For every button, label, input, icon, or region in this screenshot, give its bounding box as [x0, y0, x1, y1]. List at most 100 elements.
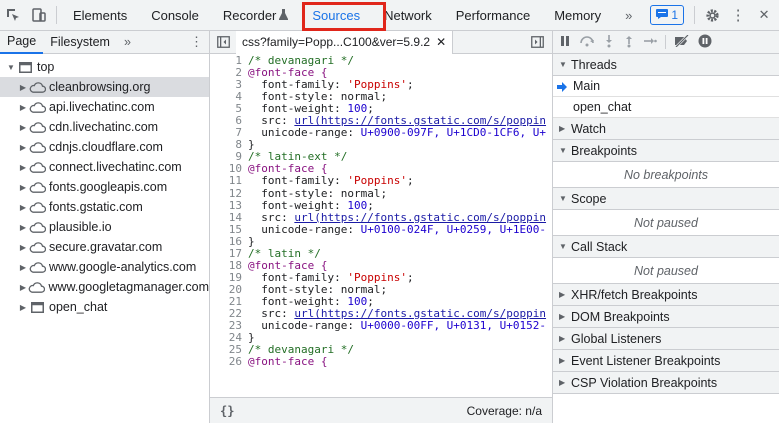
section-scope[interactable]: ▼ Scope	[553, 188, 779, 210]
editor-file-tab[interactable]: css?family=Popp...C100&ver=5.9.2 ✕	[236, 30, 454, 54]
close-icon[interactable]: ✕	[751, 0, 777, 31]
collapsed-triangle-icon[interactable]: ▶	[18, 163, 28, 172]
line-number[interactable]: 7	[210, 127, 248, 139]
device-toolbar-icon[interactable]	[26, 0, 52, 31]
section-global-listeners[interactable]: ▶ Global Listeners	[553, 328, 779, 350]
expanded-triangle-icon[interactable]: ▼	[559, 242, 571, 251]
collapsed-triangle-icon[interactable]: ▶	[18, 243, 28, 252]
line-number[interactable]: 1	[210, 55, 248, 67]
tree-item[interactable]: ▶ cdnjs.cloudflare.com	[0, 137, 209, 157]
collapsed-triangle-icon[interactable]: ▶	[18, 83, 28, 92]
line-number[interactable]: 5	[210, 103, 248, 115]
collapsed-triangle-icon[interactable]: ▶	[559, 334, 571, 343]
collapsed-triangle-icon[interactable]: ▶	[18, 143, 28, 152]
tree-item[interactable]: ▶ open_chat	[0, 297, 209, 317]
more-tabs-button[interactable]: »	[613, 0, 644, 31]
tree-item[interactable]: ▶ www.googletagmanager.com	[0, 277, 209, 297]
section-watch[interactable]: ▶ Watch	[553, 118, 779, 140]
navigator-menu-icon[interactable]: ⋮	[190, 34, 203, 50]
frame-icon	[28, 301, 46, 313]
line-number[interactable]: 13	[210, 199, 248, 212]
step-out-icon[interactable]	[623, 34, 635, 51]
collapsed-triangle-icon[interactable]: ▶	[18, 203, 28, 212]
section-breakpoints[interactable]: ▼ Breakpoints	[553, 140, 779, 162]
tree-item-label: www.google-analytics.com	[49, 260, 197, 274]
collapsed-triangle-icon[interactable]: ▶	[18, 123, 28, 132]
collapsed-triangle-icon[interactable]: ▶	[18, 103, 28, 112]
tree-item[interactable]: ▶ www.google-analytics.com	[0, 257, 209, 277]
tab-memory[interactable]: Memory	[542, 0, 613, 31]
tab-performance[interactable]: Performance	[444, 0, 542, 31]
tree-item[interactable]: ▶ api.livechatinc.com	[0, 97, 209, 117]
collapsed-triangle-icon[interactable]: ▶	[18, 283, 28, 292]
collapsed-triangle-icon[interactable]: ▶	[18, 183, 28, 192]
toggle-debugger-icon[interactable]	[531, 36, 544, 51]
line-number[interactable]: 3	[210, 79, 248, 91]
tab-filesystem[interactable]: Filesystem	[43, 31, 117, 54]
customize-menu-icon[interactable]: ⋮	[725, 0, 751, 31]
tree-item[interactable]: ▶ secure.gravatar.com	[0, 237, 209, 257]
collapsed-triangle-icon[interactable]: ▶	[559, 124, 571, 133]
tree-item[interactable]: ▶ fonts.googleapis.com	[0, 177, 209, 197]
thread-item[interactable]: open_chat	[553, 97, 779, 118]
line-number[interactable]: 4	[210, 91, 248, 103]
collapsed-triangle-icon[interactable]: ▶	[18, 303, 28, 312]
section-xhr-fetch-breakpoints[interactable]: ▶ XHR/fetch Breakpoints	[553, 284, 779, 306]
issues-badge[interactable]: 1	[650, 5, 685, 25]
step-into-icon[interactable]	[603, 34, 615, 51]
tree-item[interactable]: ▶ connect.livechatinc.com	[0, 157, 209, 177]
line-number[interactable]: 2	[210, 66, 248, 79]
section-csp-violation-breakpoints[interactable]: ▶ CSP Violation Breakpoints	[553, 372, 779, 394]
tree-root[interactable]: ▼ top	[0, 57, 209, 77]
line-number[interactable]: 8	[210, 139, 248, 151]
collapsed-triangle-icon[interactable]: ▶	[559, 290, 571, 299]
navigator-more-button[interactable]: »	[117, 31, 138, 54]
pause-on-exceptions-icon[interactable]	[698, 34, 712, 51]
code-text: /* latin */	[248, 246, 321, 260]
deactivate-breakpoints-icon[interactable]	[674, 33, 690, 50]
code-text: @font-face {	[248, 355, 328, 369]
step-over-icon[interactable]	[579, 35, 595, 50]
step-icon[interactable]	[643, 35, 657, 50]
expanded-triangle-icon[interactable]: ▼	[559, 146, 571, 155]
line-number[interactable]: 11	[210, 175, 248, 187]
thread-item[interactable]: Main	[553, 76, 779, 97]
section-call-stack[interactable]: ▼ Call Stack	[553, 236, 779, 258]
tree-item-label: api.livechatinc.com	[49, 100, 155, 114]
expanded-triangle-icon[interactable]: ▼	[559, 60, 571, 69]
tab-elements[interactable]: Elements	[61, 0, 139, 31]
line-number[interactable]: 26	[210, 356, 248, 368]
tree-item[interactable]: ▶ plausible.io	[0, 217, 209, 237]
inspect-element-icon[interactable]	[0, 0, 26, 31]
expanded-triangle-icon[interactable]: ▼	[6, 63, 16, 72]
section-dom-breakpoints[interactable]: ▶ DOM Breakpoints	[553, 306, 779, 328]
collapsed-triangle-icon[interactable]: ▶	[18, 223, 28, 232]
tab-console[interactable]: Console	[139, 0, 211, 31]
tree-item[interactable]: ▶ fonts.gstatic.com	[0, 197, 209, 217]
toggle-navigator-icon[interactable]	[210, 36, 236, 48]
section-label: XHR/fetch Breakpoints	[571, 287, 698, 302]
line-number[interactable]: 16	[210, 235, 248, 248]
tree-item[interactable]: ▶ cleanbrowsing.org	[0, 77, 209, 97]
collapsed-triangle-icon[interactable]: ▶	[18, 263, 28, 272]
line-number[interactable]: 6	[210, 115, 248, 127]
pause-icon[interactable]	[559, 35, 571, 50]
collapsed-triangle-icon[interactable]: ▶	[559, 378, 571, 387]
tree-item[interactable]: ▶ cdn.livechatinc.com	[0, 117, 209, 137]
collapsed-triangle-icon[interactable]: ▶	[559, 312, 571, 321]
expanded-triangle-icon[interactable]: ▼	[559, 194, 571, 203]
css-property: unicode-range:	[248, 222, 361, 236]
line-number[interactable]: 17	[210, 247, 248, 260]
section-event-listener-breakpoints[interactable]: ▶ Event Listener Breakpoints	[553, 350, 779, 372]
section-threads[interactable]: ▼ Threads	[553, 54, 779, 76]
tab-recorder[interactable]: Recorder	[211, 0, 300, 31]
line-number[interactable]: 14	[210, 211, 248, 224]
line-number[interactable]: 15	[210, 223, 248, 236]
line-number[interactable]: 12	[210, 187, 248, 200]
collapsed-triangle-icon[interactable]: ▶	[559, 356, 571, 365]
close-icon[interactable]: ✕	[436, 35, 446, 49]
gear-icon[interactable]	[699, 0, 725, 31]
tab-page[interactable]: Page	[0, 31, 44, 54]
code-editor[interactable]: 1/* devanagari */2 @font-face {3 font-fam…	[210, 55, 552, 397]
pretty-print-button[interactable]: {}	[220, 404, 234, 418]
